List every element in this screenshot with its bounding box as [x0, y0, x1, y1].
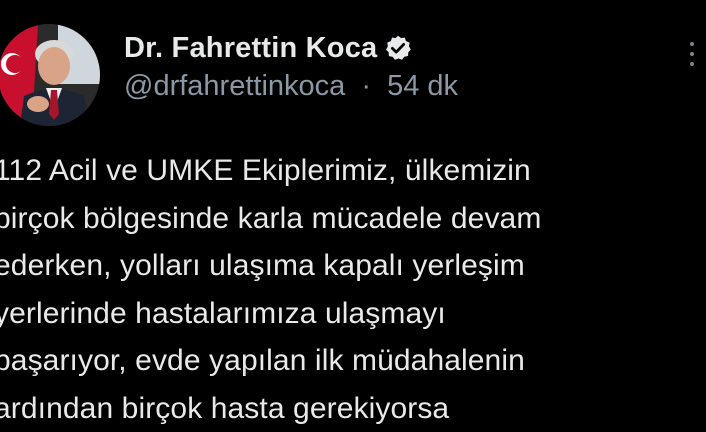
author-handle[interactable]: @drfahrettinkoca [124, 70, 345, 102]
name-row: Dr. Fahrettin Koca [124, 30, 458, 66]
tweet-text-line: ederken, yolları ulaşıma kapalı yerleşim [0, 242, 706, 290]
tweet-text-line: ardından birçok hasta gerekiyorsa [0, 385, 706, 432]
tweet-timestamp[interactable]: 54 dk [387, 70, 458, 102]
tweet-text: 112 Acil ve UMKE Ekiplerimiz, ülkemizin … [0, 147, 706, 432]
meta-separator: · [361, 70, 371, 102]
author-block: Dr. Fahrettin Koca @drfahrettinkoca · 54… [124, 30, 458, 103]
tweet-text-line: 112 Acil ve UMKE Ekiplerimiz, ülkemizin [0, 147, 706, 195]
tweet-text-line: başarıyor, evde yapılan ilk müdahalenin [0, 337, 706, 385]
author-display-name[interactable]: Dr. Fahrettin Koca [124, 32, 377, 65]
verified-badge-icon [384, 34, 412, 62]
avatar-image [0, 24, 100, 126]
more-options-icon[interactable] [682, 42, 702, 78]
handle-row: @drfahrettinkoca · 54 dk [124, 70, 458, 103]
tweet-text-line: yerlerinde hastalarımıza ulaşmayı [0, 290, 706, 338]
avatar[interactable] [0, 24, 100, 126]
tweet-text-line: birçok bölgesinde karla mücadele devam [0, 195, 706, 243]
tweet-card: Dr. Fahrettin Koca @drfahrettinkoca · 54… [0, 0, 706, 431]
